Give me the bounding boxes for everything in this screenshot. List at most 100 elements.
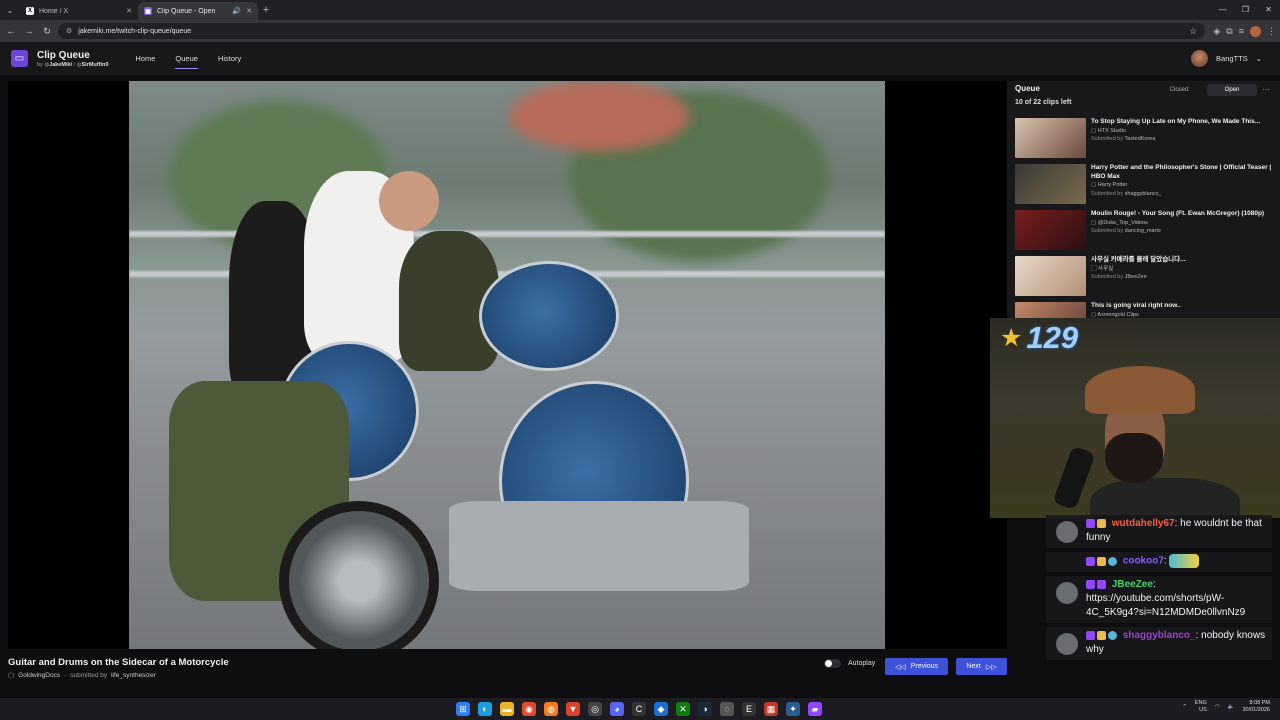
autoplay-label: Autoplay	[848, 660, 876, 667]
submitted-label: Submitted by	[1091, 190, 1124, 197]
battlenet-icon[interactable]: ◆	[654, 702, 668, 716]
clip-queue-icon: ▣	[144, 7, 152, 15]
clip-title: Guitar and Drums on the Sidecar of a Mot…	[8, 657, 229, 668]
browser-toolbar: ← → ↻ ⚙ jakemiki.me/twitch-clip-queue/qu…	[0, 20, 1280, 42]
previous-button[interactable]: ◁◁ Previous	[885, 658, 948, 675]
video-frame[interactable]	[129, 81, 885, 649]
queue-open-toggle[interactable]: Closed Open	[1159, 84, 1257, 96]
window-controls: — ❐ ✕	[1211, 0, 1280, 20]
clip-queue-logo-icon[interactable]: ▭	[11, 50, 28, 67]
chat-overlay: wutdahelly67: he wouldnt be that funny c…	[1046, 515, 1272, 664]
queue-open-option[interactable]: Open	[1207, 84, 1257, 96]
speaker-icon[interactable]: 🔊	[232, 7, 241, 15]
channel-name[interactable]: GoldwingDocs	[18, 672, 60, 679]
queue-item[interactable]: To Stop Staying Up Late on My Phone, We …	[1015, 118, 1273, 164]
autoplay-toggle[interactable]	[824, 659, 841, 668]
media-control-icon[interactable]: ≡	[1239, 26, 1244, 36]
queue-item[interactable]: 사무실 카메라를 몰래 달았습니다... ▢ 사무실 Submitted by …	[1015, 256, 1273, 302]
channel-name: Harry Potter	[1097, 182, 1128, 188]
nav-history[interactable]: History	[218, 54, 241, 63]
browser-menu-icon[interactable]: ⋮	[1267, 26, 1276, 37]
copilot-icon[interactable]: ◐	[478, 702, 492, 716]
video-scene	[279, 501, 439, 649]
site-info-icon[interactable]: ⚙	[66, 27, 72, 35]
user-menu[interactable]: BangTTS ⌄	[1191, 50, 1262, 67]
tab-home-x[interactable]: X Home / X ✕	[20, 2, 138, 20]
app-icon[interactable]: ▦	[764, 702, 778, 716]
clock[interactable]: 8:08 PM 30/01/2026	[1242, 700, 1270, 714]
chat-badges	[1086, 556, 1117, 566]
author-link[interactable]: JakeMiki	[49, 62, 72, 68]
queue-item-submitter: Submitted by JBeeZee	[1091, 273, 1186, 282]
queue-list: To Stop Staying Up Late on My Phone, We …	[1015, 118, 1273, 348]
submitter-name: life_synthesizer	[111, 671, 156, 679]
steam-icon[interactable]: ◑	[698, 702, 712, 716]
queue-item[interactable]: Harry Potter and the Philosopher's Stone…	[1015, 164, 1273, 210]
close-tab-icon[interactable]: ✕	[246, 7, 252, 15]
chrome-icon[interactable]: ◉	[522, 702, 536, 716]
queue-count: 10 of 22 clips left	[1015, 99, 1072, 106]
submitted-label: Submitted by	[1091, 274, 1124, 280]
app-icon[interactable]: C	[632, 702, 646, 716]
avatar	[1056, 632, 1078, 655]
channel-icon: ▢	[8, 672, 15, 679]
reload-icon[interactable]: ↻	[40, 26, 54, 37]
tab-clip-queue[interactable]: ▣ Clip Queue - Open 🔊 ✕	[138, 2, 258, 20]
clip-thumbnail	[1015, 164, 1086, 204]
restore-icon[interactable]: ❐	[1234, 0, 1257, 20]
forward-icon[interactable]: →	[22, 26, 36, 36]
author-link[interactable]: SirMuffin9	[82, 62, 109, 68]
minimize-icon[interactable]: —	[1211, 0, 1234, 20]
wifi-icon[interactable]: ◠	[1215, 704, 1220, 710]
channel-name: @Duke_Top_Videos	[1097, 219, 1148, 226]
profile-avatar[interactable]	[1250, 25, 1261, 37]
brave-icon[interactable]: ▼	[566, 702, 580, 716]
obs-icon[interactable]: ◎	[588, 702, 602, 716]
close-tab-icon[interactable]: ✕	[126, 7, 132, 15]
firefox-icon[interactable]: ◍	[544, 702, 558, 716]
chat-badges	[1086, 630, 1117, 640]
video-player[interactable]	[8, 81, 1007, 649]
avatar	[1191, 50, 1209, 67]
star-icon: ★	[1000, 324, 1023, 352]
epic-games-icon[interactable]: E	[742, 702, 756, 716]
extension-icon[interactable]: ◈	[1213, 26, 1220, 37]
nav-home[interactable]: Home	[135, 54, 155, 63]
chevron-down-icon: ⌄	[1255, 54, 1262, 63]
chat-username: cookoo7	[1122, 555, 1164, 567]
twitch-icon[interactable]: ▰	[808, 702, 822, 716]
queue-closed-option[interactable]: Closed	[1159, 84, 1199, 96]
nav-queue[interactable]: Queue	[175, 54, 198, 69]
queue-item[interactable]: Moulin Rouge! - Your Song (Ft. Ewan McGr…	[1015, 210, 1273, 256]
browser-tab-bar: ⌄ X Home / X ✕ ▣ Clip Queue - Open 🔊 ✕ +…	[0, 0, 1280, 20]
new-tab-button[interactable]: +	[258, 4, 274, 16]
extensions-puzzle-icon[interactable]: ⧉	[1226, 26, 1232, 37]
main-nav: Home Queue History	[135, 42, 241, 75]
volume-icon[interactable]: 🔈	[1228, 704, 1235, 710]
os-taskbar: ⊞ ◐ ▬ ◉ ◍ ▼ ◎ ◕ C ◆ ✕ ◑ ◌ E ▦ ✦ ▰ ⌃ ENG U…	[0, 698, 1280, 720]
autoplay-control[interactable]: Autoplay	[824, 659, 875, 668]
windows-start-icon[interactable]: ⊞	[456, 702, 470, 716]
close-window-icon[interactable]: ✕	[1257, 0, 1280, 20]
submitter-name: TastedKorea	[1124, 136, 1156, 142]
language-indicator[interactable]: ENG US	[1195, 700, 1207, 714]
queue-item-channel: ▢ Harry Potter	[1091, 182, 1128, 188]
tab-search-icon[interactable]: ⌄	[0, 0, 20, 20]
address-bar[interactable]: ⚙ jakemiki.me/twitch-clip-queue/queue ☆	[58, 23, 1206, 39]
app-icon[interactable]: ✦	[786, 702, 800, 716]
chat-message: shaggyblanco_: nobody knows why	[1046, 626, 1272, 660]
more-options-icon[interactable]: ⋯	[1262, 85, 1270, 94]
clip-meta: ▢ GoldwingDocs · submitted by life_synth…	[8, 671, 156, 680]
discord-icon[interactable]: ◕	[610, 702, 624, 716]
bookmark-star-icon[interactable]: ☆	[1189, 26, 1197, 37]
app-title: Clip Queue	[37, 49, 90, 61]
clip-thumbnail	[1015, 256, 1086, 296]
file-explorer-icon[interactable]: ▬	[500, 702, 514, 716]
app-icon[interactable]: ◌	[720, 702, 734, 716]
webcam-overlay: ★ 129	[990, 318, 1280, 518]
back-icon[interactable]: ←	[4, 26, 18, 36]
emote-icon	[1169, 554, 1200, 568]
xbox-icon[interactable]: ✕	[676, 702, 690, 716]
next-button[interactable]: Next ▷▷	[956, 658, 1007, 675]
tray-chevron-icon[interactable]: ⌃	[1182, 704, 1187, 710]
